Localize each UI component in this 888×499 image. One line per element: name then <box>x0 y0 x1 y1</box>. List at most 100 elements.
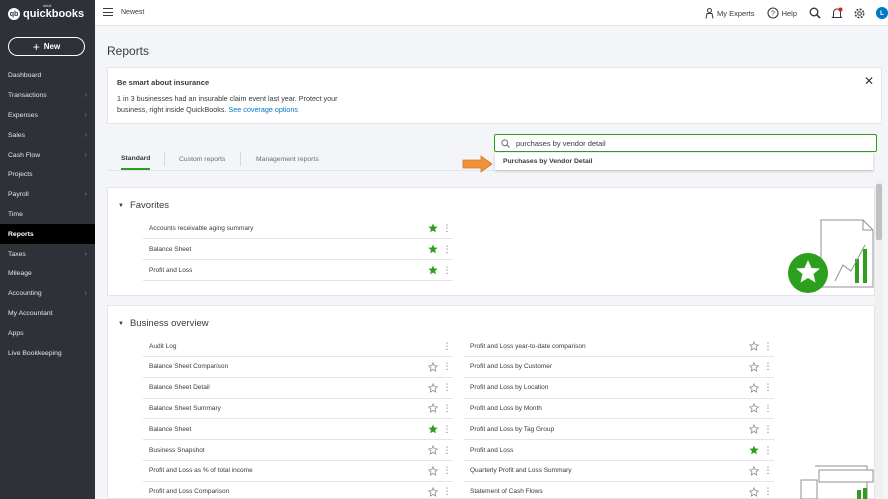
more-options-icon[interactable]: ⋮ <box>441 341 453 351</box>
tab-management-reports[interactable]: Management reports <box>256 148 319 170</box>
more-options-icon[interactable]: ⋮ <box>762 341 774 351</box>
more-options-icon[interactable]: ⋮ <box>441 403 453 413</box>
sidebar-item-taxes[interactable]: Taxes › <box>0 244 95 264</box>
report-row[interactable]: Profit and Loss Comparison ⋮ <box>143 482 453 499</box>
star-outline-icon[interactable] <box>748 403 760 414</box>
sidebar-item-dashboard[interactable]: Dashboard <box>0 66 95 86</box>
report-link[interactable]: Profit and Loss <box>464 447 748 454</box>
star-outline-icon[interactable] <box>427 403 439 414</box>
report-row[interactable]: Profit and Loss by Location ⋮ <box>464 378 774 399</box>
sidebar-item-live-bookkeeping[interactable]: Live Bookkeeping <box>0 343 95 363</box>
star-outline-icon[interactable] <box>748 486 760 497</box>
sidebar-item-transactions[interactable]: Transactions › <box>0 86 95 106</box>
more-options-icon[interactable]: ⋮ <box>441 265 453 275</box>
tab-standard[interactable]: Standard <box>121 148 151 170</box>
quickbooks-logo[interactable]: qb intuit quickbooks <box>8 3 84 22</box>
report-row[interactable]: Profit and Loss ⋮ <box>464 440 774 461</box>
see-coverage-options-link[interactable]: See coverage options <box>228 105 298 114</box>
sidebar-item-apps[interactable]: Apps <box>0 323 95 343</box>
star-filled-icon[interactable] <box>427 244 439 254</box>
business-overview-header[interactable]: ▼ Business overview <box>118 318 209 329</box>
report-search-box[interactable] <box>494 134 877 152</box>
report-row[interactable]: Statement of Cash Flows ⋮ <box>464 482 774 499</box>
star-outline-icon[interactable] <box>748 424 760 435</box>
report-row[interactable]: Accounts receivable aging summary ⋮ <box>143 218 453 239</box>
settings-button[interactable] <box>853 7 866 20</box>
report-row[interactable]: Balance Sheet ⋮ <box>143 239 453 260</box>
more-options-icon[interactable]: ⋮ <box>762 466 774 475</box>
star-outline-icon[interactable] <box>748 465 760 476</box>
star-filled-icon[interactable] <box>427 424 439 434</box>
report-row[interactable]: Quarterly Profit and Loss Summary ⋮ <box>464 461 774 482</box>
more-options-icon[interactable]: ⋮ <box>762 403 774 413</box>
favorites-header[interactable]: ▼ Favorites <box>118 200 169 211</box>
tab-custom-reports[interactable]: Custom reports <box>179 148 225 170</box>
report-link[interactable]: Balance Sheet Detail <box>143 384 427 391</box>
report-row[interactable]: Profit and Loss by Tag Group ⋮ <box>464 419 774 441</box>
more-options-icon[interactable]: ⋮ <box>441 445 453 455</box>
user-avatar[interactable]: L <box>876 7 888 19</box>
main-scrollbar[interactable] <box>875 180 883 499</box>
sidebar-item-payroll[interactable]: Payroll › <box>0 185 95 205</box>
star-outline-icon[interactable] <box>748 341 760 351</box>
report-link[interactable]: Business Snapshot <box>143 447 427 454</box>
sidebar-item-time[interactable]: Time <box>0 205 95 225</box>
star-outline-icon[interactable] <box>427 445 439 455</box>
star-outline-icon[interactable] <box>427 465 439 476</box>
close-icon[interactable]: ✕ <box>864 74 874 88</box>
more-options-icon[interactable]: ⋮ <box>441 487 453 496</box>
sidebar-item-mileage[interactable]: Mileage <box>0 264 95 284</box>
report-link[interactable]: Balance Sheet Summary <box>143 405 427 412</box>
report-link[interactable]: Profit and Loss by Customer <box>464 363 748 370</box>
report-row[interactable]: Balance Sheet ⋮ <box>143 419 453 441</box>
sidebar-item-sales[interactable]: Sales › <box>0 125 95 145</box>
report-link[interactable]: Balance Sheet <box>143 426 427 433</box>
report-link[interactable]: Statement of Cash Flows <box>464 488 748 495</box>
report-link[interactable]: Balance Sheet <box>143 246 427 253</box>
sidebar-item-projects[interactable]: Projects <box>0 165 95 185</box>
report-link[interactable]: Profit and Loss by Tag Group <box>464 426 748 433</box>
report-row[interactable]: Balance Sheet Comparison ⋮ <box>143 357 453 378</box>
report-link[interactable]: Profit and Loss <box>143 267 427 274</box>
more-options-icon[interactable]: ⋮ <box>762 445 774 455</box>
my-experts-link[interactable]: My Experts <box>705 7 755 19</box>
more-options-icon[interactable]: ⋮ <box>762 424 774 434</box>
report-row[interactable]: Profit and Loss by Month ⋮ <box>464 398 774 420</box>
report-row[interactable]: Business Snapshot ⋮ <box>143 440 453 461</box>
new-button[interactable]: + New <box>8 37 85 56</box>
sidebar-item-accounting[interactable]: Accounting › <box>0 284 95 304</box>
scrollbar-thumb[interactable] <box>876 184 882 240</box>
sidebar-item-cash-flow[interactable]: Cash Flow › <box>0 145 95 165</box>
hamburger-menu-icon[interactable] <box>103 8 113 16</box>
more-options-icon[interactable]: ⋮ <box>441 383 453 392</box>
more-options-icon[interactable]: ⋮ <box>441 424 453 434</box>
report-row[interactable]: Balance Sheet Detail ⋮ <box>143 378 453 399</box>
report-row[interactable]: Balance Sheet Summary ⋮ <box>143 398 453 420</box>
star-filled-icon[interactable] <box>427 265 439 275</box>
more-options-icon[interactable]: ⋮ <box>441 466 453 475</box>
report-search-input[interactable] <box>516 138 856 148</box>
star-outline-icon[interactable] <box>748 382 760 393</box>
report-link[interactable]: Profit and Loss as % of total income <box>143 467 427 474</box>
report-link[interactable]: Profit and Loss by Location <box>464 384 748 391</box>
search-suggestion-purchases-by-vendor-detail[interactable]: Purchases by Vendor Detail <box>495 153 873 170</box>
report-link[interactable]: Accounts receivable aging summary <box>143 225 427 232</box>
report-link[interactable]: Profit and Loss year-to-date comparison <box>464 343 748 350</box>
report-row[interactable]: Profit and Loss ⋮ <box>143 260 453 281</box>
sidebar-item-reports[interactable]: Reports <box>0 224 95 245</box>
help-link[interactable]: ? Help <box>767 7 797 19</box>
report-row[interactable]: Profit and Loss as % of total income ⋮ <box>143 461 453 482</box>
star-outline-icon[interactable] <box>427 361 439 372</box>
report-row[interactable]: Profit and Loss by Customer ⋮ <box>464 357 774 378</box>
notifications-button[interactable] <box>831 7 843 20</box>
report-row[interactable]: Profit and Loss year-to-date comparison ⋮ <box>464 336 774 357</box>
star-outline-icon[interactable] <box>748 361 760 372</box>
search-button[interactable] <box>809 7 821 19</box>
star-outline-icon[interactable] <box>427 382 439 393</box>
star-filled-icon[interactable] <box>427 223 439 233</box>
report-link[interactable]: Balance Sheet Comparison <box>143 363 427 370</box>
report-link[interactable]: Quarterly Profit and Loss Summary <box>464 467 748 474</box>
report-link[interactable]: Audit Log <box>143 343 427 350</box>
star-outline-icon[interactable] <box>427 486 439 497</box>
more-options-icon[interactable]: ⋮ <box>441 223 453 233</box>
